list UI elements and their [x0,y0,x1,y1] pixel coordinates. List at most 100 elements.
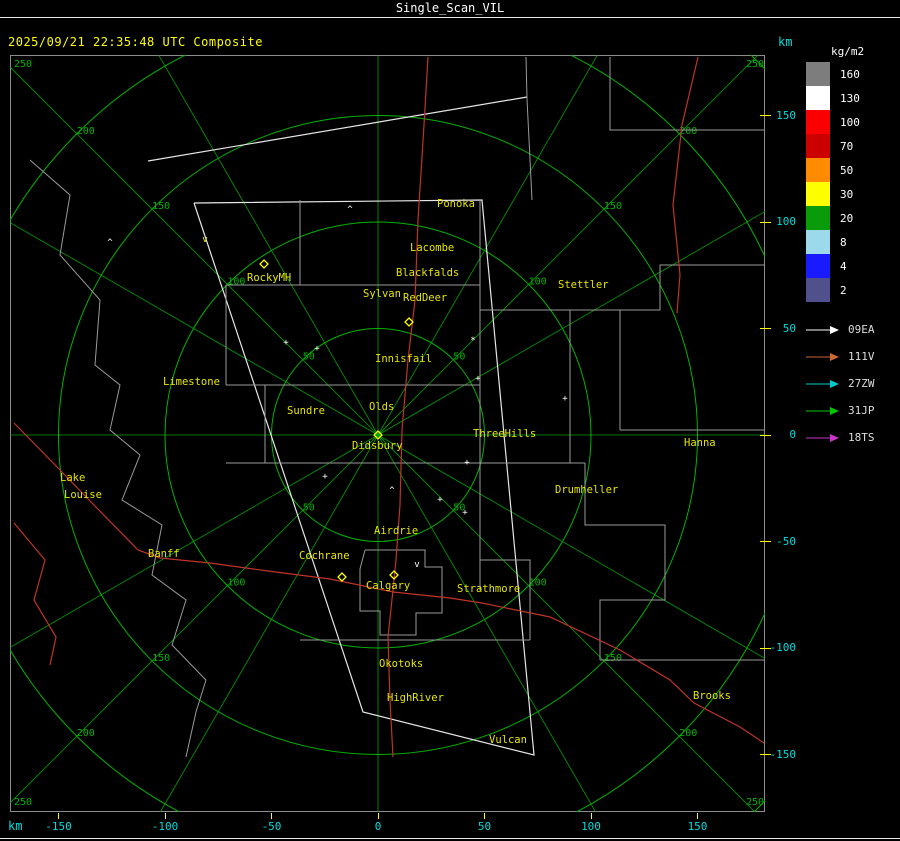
legend-value-label: 8 [840,235,847,249]
azimuth-line [10,222,379,436]
city-label: Calgary [366,580,410,592]
city-label: Brooks [693,690,731,702]
city-label: RedDeer [403,292,447,304]
range-ring-label: 200 [679,728,697,739]
legend-entry: 8 [806,230,860,254]
city-label: Innisfail [375,353,432,365]
legend-color-swatch [806,278,830,302]
point-marker: ^ [389,486,395,496]
range-ring-label: 150 [604,653,622,664]
legend-color-swatch [806,86,830,110]
radar-site-row: 27ZW [806,370,875,397]
city-label: Blackfalds [396,267,459,279]
point-marker: v [202,235,207,245]
bottom-axis-tick [484,813,485,819]
radar-arrow-icon [806,433,839,442]
right-axis-label: 0 [789,428,796,441]
bottom-frame-line [0,838,900,839]
city-label: Stettler [558,279,609,291]
range-ring-label: 150 [152,201,170,212]
range-ring-label: 200 [77,126,95,137]
city-label: Cochrane [299,550,350,562]
point-marker: + [462,508,468,518]
radar-arrow-icon [806,406,839,415]
legend-entry: 130 [806,86,860,110]
legend-entry: 4 [806,254,860,278]
city-label: HighRiver [387,692,444,704]
county-boundary [525,56,533,201]
radar-site-id: 27ZW [848,377,875,390]
bottom-axis-tick [164,813,166,819]
legend-value-label: 130 [840,91,860,105]
city-label: RockyMH [247,272,291,284]
range-ring-label: 200 [77,728,95,739]
range-ring-label: 100 [529,578,547,589]
bottom-axis-tick [590,813,592,819]
legend-unit-label: kg/m2 [831,45,865,58]
legend-color-swatch [806,254,830,278]
highway-line [13,522,57,666]
radar-site-legend: 09EA 111V 27ZW 31JP 18TS [806,316,875,451]
legend-color-swatch [806,134,830,158]
right-axis-label: -150 [769,747,797,761]
legend-value-label: 100 [840,115,860,129]
legend-entry: 50 [806,158,860,182]
point-marker: + [464,458,470,468]
legend-color-swatch [806,206,830,230]
bottom-axis-label: 100 [581,820,601,833]
legend-color-swatch [806,62,830,86]
right-axis-label: 50 [782,321,796,335]
city-label: Sundre [287,405,325,417]
radar-viewer-window: { "window": { "title": "Single_Scan_VIL"… [0,0,900,841]
city-label: Limestone [163,376,220,388]
legend-entry: 2 [806,278,860,302]
highway-line [672,56,699,314]
point-marker: * [470,336,475,346]
point-marker: + [283,338,289,348]
legend-color-swatch [806,182,830,206]
radar-map-canvas[interactable]: 50 100 150 200 250 50 100 150 200 250 50 100 150 200 2… [10,55,765,812]
range-ring-label: 100 [529,276,547,287]
radar-site-row: 09EA [806,316,875,343]
city-label: Lake [60,472,85,484]
radar-site-id: 111V [848,350,875,363]
point-marker: v [414,560,419,570]
legend-value-label: 4 [840,259,847,273]
legend-entry: 70 [806,134,860,158]
bottom-axis-tick [58,813,59,819]
city-label: Drumheller [555,484,618,496]
point-marker: + [437,495,443,505]
legend-color-swatch [806,230,830,254]
bottom-axis-label: 150 [687,820,708,833]
city-label: Lacombe [410,242,454,254]
right-axis-unit-label: km [778,35,793,49]
radar-site-id: 31JP [848,404,875,417]
bottom-axis-label: -100 [151,820,179,833]
range-ring-label: 100 [227,578,245,589]
range-ring-label: 250 [14,59,32,70]
bottom-axis-label: -50 [261,820,282,833]
scan-datetime-label: 2025/09/21 22:35:48 UTC Composite [8,35,263,49]
city-label: Ponoka [437,198,475,210]
point-marker: + [475,374,481,384]
legend-entry: 100 [806,110,860,134]
point-marker: + [322,472,328,482]
city-label: Airdrie [374,525,418,537]
bottom-axis-label: 50 [477,820,492,833]
bottom-axis-tick [377,813,379,819]
radar-arrow-icon [806,352,839,361]
range-ring-label: 250 [746,797,764,808]
window-titlebar: Single_Scan_VIL [0,0,900,18]
range-ring-label: 50 [453,352,465,363]
city-label: Olds [369,401,394,413]
color-scale-legend: 160 130 100 70 50 30 20 8 4 2 [806,62,860,302]
range-ring-label: 50 [303,502,315,513]
legend-value-label: 70 [840,139,854,153]
city-label: Strathmore [457,583,520,595]
legend-color-swatch [806,110,830,134]
site-diamond-marker [259,259,269,269]
bottom-axis-tick [697,813,698,819]
legend-value-label: 20 [840,211,854,225]
legend-entry: 20 [806,206,860,230]
azimuth-line [377,434,597,812]
